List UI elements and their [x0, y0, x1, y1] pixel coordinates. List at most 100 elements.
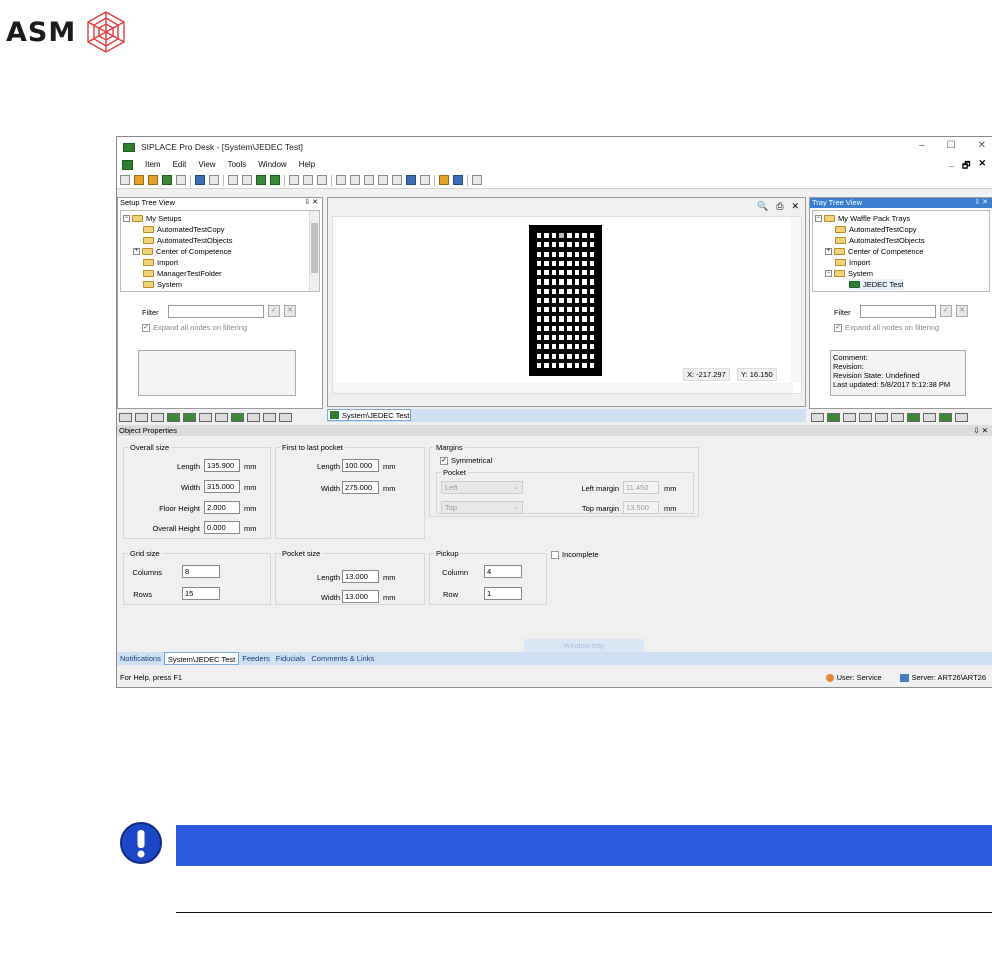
symmetrical-checkbox[interactable]: ✓ Symmetrical — [440, 456, 492, 466]
zoom-in-icon[interactable] — [350, 175, 360, 185]
menu-item-view[interactable]: View — [198, 160, 215, 169]
nozzle-tab-icon[interactable] — [875, 412, 888, 422]
zoom-icon[interactable]: 🔍 — [757, 201, 768, 212]
center-icon[interactable] — [406, 175, 416, 185]
grid-icon[interactable] — [256, 175, 266, 185]
menu-item-help[interactable]: Help — [299, 160, 315, 169]
tree-node[interactable]: AutomatedTestCopy — [835, 224, 917, 235]
pocket-span-width-input[interactable]: 275.000 — [342, 481, 379, 494]
package-tab-icon[interactable] — [843, 412, 856, 422]
line-tab-icon[interactable] — [199, 412, 212, 422]
camera-tab-icon[interactable] — [891, 412, 904, 422]
pocket-span-length-input[interactable]: 100.000 — [342, 459, 379, 472]
overall-width-input[interactable]: 315.000 — [204, 480, 240, 493]
window-icon[interactable] — [228, 175, 238, 185]
pin-close-icon[interactable]: ⇩ ✕ — [974, 198, 988, 208]
apply-filter-icon[interactable]: ✓ — [268, 305, 280, 317]
filter-input[interactable] — [168, 305, 264, 318]
expand-all-checkbox[interactable]: ✓ Expand all nodes on filtering — [142, 323, 247, 333]
floor-height-input[interactable]: 2.000 — [204, 501, 240, 514]
layout-icon[interactable] — [242, 175, 252, 185]
fit-icon[interactable] — [420, 175, 430, 185]
pin-close-icon[interactable]: ⇩ ✕ — [973, 425, 988, 436]
tray-icon[interactable] — [270, 175, 280, 185]
feeder-tab-icon[interactable] — [811, 412, 824, 422]
collapse-icon[interactable]: − — [815, 215, 822, 222]
export-icon[interactable] — [148, 175, 158, 185]
machine-icon[interactable] — [289, 175, 299, 185]
tree-node[interactable]: + Center of Competence — [133, 246, 231, 257]
label-tab-icon[interactable] — [859, 412, 872, 422]
lock-icon[interactable] — [439, 175, 449, 185]
measure-tab-icon[interactable] — [923, 412, 936, 422]
minimize-button[interactable]: – — [919, 140, 925, 151]
overall-length-input[interactable]: 135.900 — [204, 459, 240, 472]
tree-node[interactable]: AutomatedTestCopy — [143, 224, 225, 235]
collapse-icon[interactable]: − — [123, 215, 130, 222]
expand-icon[interactable]: + — [133, 248, 140, 255]
clear-filter-icon[interactable]: ✕ — [284, 305, 296, 317]
tab-feeders[interactable]: Feeders — [239, 652, 273, 665]
vertical-align-select[interactable]: Top ⌄ — [441, 501, 523, 514]
undo-icon[interactable] — [195, 175, 205, 185]
component-tab-icon[interactable] — [151, 412, 164, 422]
canvas-hscrollbar[interactable] — [333, 383, 793, 393]
tab-notifications[interactable]: Notifications — [117, 652, 164, 665]
refresh-icon[interactable] — [176, 175, 186, 185]
pocket-length-input[interactable]: 13.000 — [342, 570, 379, 583]
tree-node[interactable]: ManagerTestFolder — [143, 268, 222, 279]
feeder-tab-icon[interactable] — [167, 412, 180, 422]
check-icon[interactable] — [162, 175, 172, 185]
recipe-tab-icon[interactable] — [231, 412, 244, 422]
tree-node[interactable]: − My Setups — [123, 213, 181, 224]
tree-node[interactable]: AutomatedTestObjects — [143, 235, 232, 246]
tab-jedec-test[interactable]: System\JEDEC Test — [163, 652, 240, 665]
maximize-button[interactable]: ☐ — [947, 140, 956, 151]
overall-height-input[interactable]: 0.000 — [204, 521, 240, 534]
process-tab-icon[interactable] — [939, 412, 952, 422]
pocket-width-input[interactable]: 13.000 — [342, 590, 379, 603]
print-icon[interactable]: ⎙ — [776, 201, 783, 212]
pin-close-icon[interactable]: ⇩ ✕ — [304, 198, 318, 208]
pickup-column-input[interactable]: 4 — [484, 565, 522, 578]
zoom-100-icon[interactable] — [378, 175, 388, 185]
filter-input[interactable] — [860, 305, 936, 318]
menu-item-edit[interactable]: Edit — [173, 160, 187, 169]
machine-add-icon[interactable] — [303, 175, 313, 185]
scrollbar-thumb[interactable] — [311, 223, 318, 273]
menu-item-window[interactable]: Window — [258, 160, 286, 169]
tree-node-selected[interactable]: JEDEC Test — [849, 279, 904, 290]
file-tab-icon[interactable] — [279, 412, 292, 422]
close-button[interactable]: ✕ — [978, 140, 986, 151]
close-editor-icon[interactable]: ✕ — [791, 201, 799, 212]
columns-input[interactable]: 8 — [182, 565, 220, 578]
tree-node[interactable]: Import — [143, 257, 178, 268]
ruler-dropdown-icon[interactable] — [472, 175, 482, 185]
redo-icon[interactable] — [209, 175, 219, 185]
left-margin-input[interactable]: 11.450 — [623, 481, 659, 494]
rows-input[interactable]: 15 — [182, 587, 220, 600]
canvas-vscrollbar[interactable] — [791, 217, 801, 383]
expand-icon[interactable]: + — [825, 248, 832, 255]
tree-node[interactable]: − System — [825, 268, 873, 279]
tree-node[interactable]: − My Waffle Pack Trays — [815, 213, 910, 224]
tray-tab-icon[interactable] — [827, 412, 840, 422]
test-tab-icon[interactable] — [907, 412, 920, 422]
zoom-out-icon[interactable] — [364, 175, 374, 185]
station-tab-icon[interactable] — [135, 412, 148, 422]
top-margin-input[interactable]: 13.500 — [623, 501, 659, 514]
machine-remove-icon[interactable] — [317, 175, 327, 185]
board-tab-icon[interactable] — [183, 412, 196, 422]
pickup-row-input[interactable]: 1 — [484, 587, 522, 600]
apply-filter-icon[interactable]: ✓ — [940, 305, 952, 317]
document-tab[interactable]: System\JEDEC Test — [327, 409, 411, 421]
tab-fiducials[interactable]: Fiducials — [273, 652, 309, 665]
menu-item-item[interactable]: Item — [145, 160, 161, 169]
tray-canvas[interactable]: X: -217.297 Y: 16.150 — [332, 216, 802, 394]
shape-tab-icon[interactable] — [955, 412, 968, 422]
nozzle-tab-icon[interactable] — [247, 412, 260, 422]
station-tab-icon[interactable] — [119, 412, 132, 422]
tree-node[interactable]: + Center of Competence — [825, 246, 923, 257]
horizontal-align-select[interactable]: Left ⌄ — [441, 481, 523, 494]
expand-all-checkbox[interactable]: ✓ Expand all nodes on filtering — [834, 323, 939, 333]
